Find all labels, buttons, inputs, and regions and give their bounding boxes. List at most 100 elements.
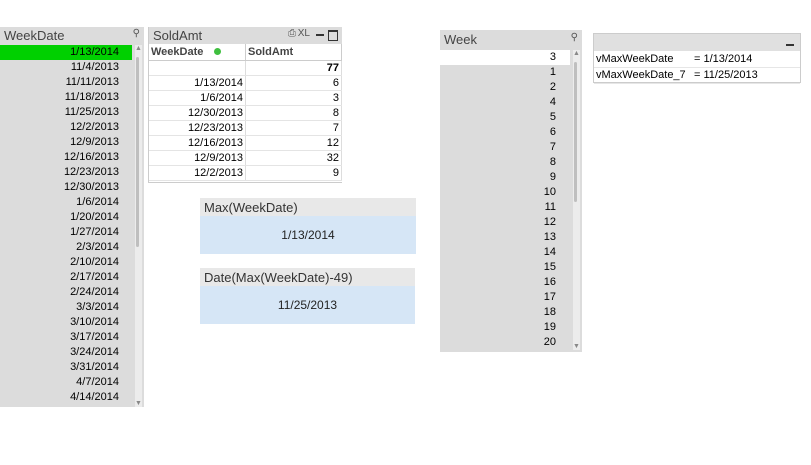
- week-list-item[interactable]: 20: [440, 335, 570, 350]
- col-header-soldamt[interactable]: SoldAmt: [245, 44, 342, 61]
- date-max-minus-49-caption[interactable]: Date(Max(WeekDate)-49): [200, 268, 415, 286]
- weekdate-list-item[interactable]: 4/7/2014: [0, 375, 132, 390]
- maximize-icon[interactable]: [328, 30, 338, 41]
- weekdate-list-item[interactable]: 2/3/2014: [0, 240, 132, 255]
- soldamt-cell: 32: [245, 150, 342, 166]
- weekdate-list-item[interactable]: 3/24/2014: [0, 345, 132, 360]
- week-list-item[interactable]: 2: [440, 80, 570, 95]
- scroll-up-arrow-icon[interactable]: ▲: [135, 45, 142, 52]
- week-list-item[interactable]: 10: [440, 185, 570, 200]
- weekdate-list-item[interactable]: 1/20/2014: [0, 210, 132, 225]
- week-list-item[interactable]: 11: [440, 200, 570, 215]
- weekdate-list-item[interactable]: 3/17/2014: [0, 330, 132, 345]
- weekdate-title: WeekDate: [4, 28, 65, 43]
- table-row[interactable]: 12/30/2013 8: [149, 105, 342, 121]
- table-row[interactable]: 12/23/2013 7: [149, 120, 342, 136]
- xl-export-icon[interactable]: XL: [298, 28, 310, 39]
- weekdate-list-item[interactable]: 1/27/2014: [0, 225, 132, 240]
- weekdate-list-item[interactable]: 12/23/2013: [0, 165, 132, 180]
- week-list-item[interactable]: 18: [440, 305, 570, 320]
- week-list-item[interactable]: 3: [440, 50, 570, 65]
- table-row[interactable]: 12/9/2013 32: [149, 150, 342, 166]
- week-scrollbar[interactable]: ▲ ▼: [573, 50, 580, 350]
- weekdate-list-item[interactable]: 11/11/2013: [0, 75, 132, 90]
- variables-list: vMaxWeekDate = 1/13/2014 vMaxWeekDate_7 = 1…: [594, 52, 800, 84]
- weekdate-list-item[interactable]: 12/9/2013: [0, 135, 132, 150]
- weekdate-list-item[interactable]: 11/25/2013: [0, 105, 132, 120]
- week-list-item[interactable]: 9: [440, 170, 570, 185]
- weekdate-cell: 12/9/2013: [149, 150, 246, 166]
- variables-caption[interactable]: [594, 34, 800, 51]
- weekdate-listbox: WeekDate ⚲ 1/13/2014 11/4/2013 11/11/2013 1…: [0, 27, 144, 407]
- week-list-item[interactable]: 1: [440, 65, 570, 80]
- minimize-icon[interactable]: [786, 44, 794, 46]
- table-row[interactable]: 1/13/2014 6: [149, 75, 342, 91]
- week-list-item[interactable]: 12: [440, 215, 570, 230]
- total-row: 77: [149, 60, 342, 76]
- week-list-item[interactable]: 16: [440, 275, 570, 290]
- weekdate-list-item[interactable]: 4/14/2014: [0, 390, 132, 405]
- print-icon[interactable]: ⎙: [288, 28, 296, 39]
- week-list-item[interactable]: 7: [440, 140, 570, 155]
- scroll-thumb[interactable]: [574, 62, 577, 202]
- week-list-item[interactable]: 14: [440, 245, 570, 260]
- weekdate-list-item[interactable]: 11/18/2013: [0, 90, 132, 105]
- variable-row: vMaxWeekDate = 1/13/2014: [594, 52, 800, 68]
- sort-indicator-icon[interactable]: [214, 48, 222, 55]
- weekdate-list-item[interactable]: 3/3/2014: [0, 300, 132, 315]
- week-list-item[interactable]: 17: [440, 290, 570, 305]
- magnifier-icon[interactable]: ⚲: [133, 28, 140, 39]
- max-weekdate-caption[interactable]: Max(WeekDate): [200, 198, 416, 216]
- week-list-item[interactable]: 13: [440, 230, 570, 245]
- weekdate-list: 1/13/2014 11/4/2013 11/11/2013 11/18/2013 11…: [0, 45, 132, 405]
- week-list-item[interactable]: 5: [440, 110, 570, 125]
- weekdate-list-item[interactable]: 12/2/2013: [0, 120, 132, 135]
- soldamt-caption[interactable]: SoldAmt ⎙ XL: [149, 27, 342, 44]
- weekdate-list-item[interactable]: 11/4/2013: [0, 60, 132, 75]
- weekdate-list-item[interactable]: 12/16/2013: [0, 150, 132, 165]
- col-header-weekdate[interactable]: WeekDate: [149, 44, 246, 61]
- minimize-icon[interactable]: [316, 34, 324, 36]
- soldamt-title: SoldAmt: [153, 28, 203, 43]
- weekdate-list-item[interactable]: 3/10/2014: [0, 315, 132, 330]
- date-max-weekdate-minus-49-textbox: Date(Max(WeekDate)-49) 11/25/2013: [200, 268, 415, 324]
- scroll-up-arrow-icon[interactable]: ▲: [573, 50, 580, 57]
- max-weekdate-textbox: Max(WeekDate) 1/13/2014: [200, 198, 416, 254]
- week-list-item[interactable]: 4: [440, 95, 570, 110]
- table-row[interactable]: 12/16/2013 12: [149, 135, 342, 151]
- variable-value: = 1/13/2014: [694, 53, 753, 65]
- weekdate-list-item[interactable]: 3/31/2014: [0, 360, 132, 375]
- weekdate-list-item[interactable]: 1/6/2014: [0, 195, 132, 210]
- week-list-item[interactable]: 8: [440, 155, 570, 170]
- table-row[interactable]: 12/2/2013 9: [149, 165, 342, 181]
- weekdate-list-item[interactable]: 12/30/2013: [0, 180, 132, 195]
- weekdate-caption[interactable]: WeekDate ⚲: [0, 27, 144, 44]
- weekdate-scrollbar[interactable]: ▲ ▼: [135, 45, 142, 407]
- total-label: [149, 60, 246, 76]
- week-list-item[interactable]: 19: [440, 320, 570, 335]
- weekdate-cell: 1/6/2014: [149, 90, 246, 106]
- variables-box: vMaxWeekDate = 1/13/2014 vMaxWeekDate_7 = 1…: [593, 33, 801, 84]
- scroll-down-arrow-icon[interactable]: ▼: [573, 343, 580, 350]
- weekdate-list-item[interactable]: 2/24/2014: [0, 285, 132, 300]
- weekdate-cell: 12/23/2013: [149, 120, 246, 136]
- week-caption[interactable]: Week ⚲: [440, 30, 582, 49]
- week-list-item[interactable]: 6: [440, 125, 570, 140]
- week-title: Week: [444, 32, 477, 47]
- weekdate-list-item[interactable]: 2/10/2014: [0, 255, 132, 270]
- table-row[interactable]: 1/6/2014 3: [149, 90, 342, 106]
- scroll-down-arrow-icon[interactable]: ▼: [135, 400, 142, 407]
- weekdate-list-item[interactable]: 2/17/2014: [0, 270, 132, 285]
- magnifier-icon[interactable]: ⚲: [571, 32, 578, 43]
- variable-value: = 11/25/2013: [694, 69, 758, 81]
- soldamt-grid: WeekDate SoldAmt 77 1/13/2014 6 1/6/2014 3 1…: [149, 44, 342, 181]
- week-list-item[interactable]: 15: [440, 260, 570, 275]
- weekdate-cell: 12/16/2013: [149, 135, 246, 151]
- soldamt-cell: 12: [245, 135, 342, 151]
- date-max-minus-49-body: 11/25/2013: [200, 286, 415, 324]
- weekdate-cell: 1/13/2014: [149, 75, 246, 91]
- week-list: 3 1 2 4 5 6 7 8 9 10 11 12 13 14 15 16 17 18 19 20: [440, 50, 570, 350]
- scroll-thumb[interactable]: [136, 57, 139, 247]
- soldamt-cell: 3: [245, 90, 342, 106]
- weekdate-list-item[interactable]: 1/13/2014: [0, 45, 132, 60]
